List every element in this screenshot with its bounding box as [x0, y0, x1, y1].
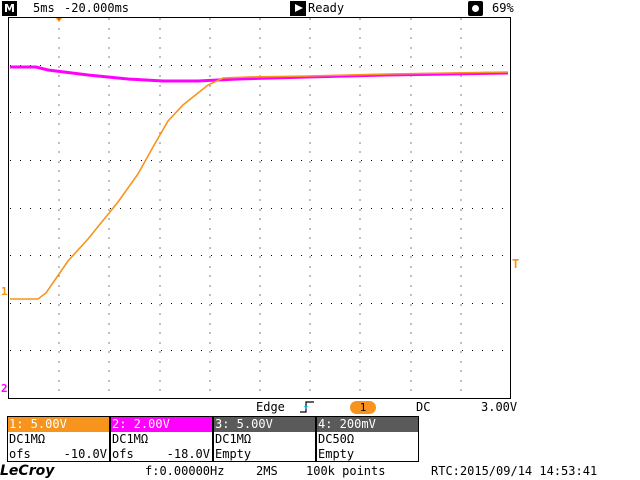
record-length: 100k points: [306, 464, 386, 478]
acquisition-status: Ready: [308, 1, 345, 15]
trigger-level-marker[interactable]: T: [512, 257, 519, 271]
channel-3-box[interactable]: 3: 5.00V DC1MΩ Empty: [213, 416, 316, 462]
channel-1-header: 1: 5.00V: [8, 417, 109, 432]
channel-2-header: 2: 2.00V: [111, 417, 212, 432]
frequency-counter: f:0.00000Hz: [145, 464, 225, 478]
trigger-type[interactable]: Edge: [256, 400, 285, 415]
channel-4-offset: Empty: [318, 447, 355, 461]
channel-2-box[interactable]: 2: 2.00V DC1MΩ ofs -18.0V: [110, 416, 213, 462]
timebase-readout[interactable]: 5ms: [33, 1, 55, 16]
menu-m-icon[interactable]: M: [2, 1, 17, 16]
channel-3-header: 3: 5.00V: [214, 417, 315, 432]
brightness-icon[interactable]: [468, 1, 483, 16]
channel-3-coupling: DC1MΩ: [215, 432, 252, 446]
trigger-source-badge[interactable]: 1: [350, 401, 376, 414]
channel-1-box[interactable]: 1: 5.00V DC1MΩ ofs -10.0V: [7, 416, 110, 462]
top-status-bar: M 5ms -20.000ms Ready 69%: [0, 0, 640, 17]
brand-logo: LeCroy: [0, 463, 55, 479]
channel-2-coupling: DC1MΩ: [112, 432, 149, 446]
ch1-waveform: [10, 71, 509, 300]
channel-3-offset: Empty: [215, 447, 252, 461]
brightness-value: 69%: [492, 1, 514, 15]
channel-4-coupling: DC50Ω: [318, 432, 355, 446]
channel-1-coupling: DC1MΩ: [9, 432, 46, 446]
bottom-status-bar: LeCroy f:0.00000Hz 2MS 100k points RTC:2…: [0, 462, 640, 480]
channel-2-offset: ofs -18.0V: [112, 447, 210, 461]
rising-edge-icon: [300, 401, 314, 413]
channel-4-header: 4: 200mV: [317, 417, 418, 432]
trigger-coupling[interactable]: DC: [416, 400, 430, 415]
waveform-graticule: [8, 17, 511, 399]
channel-1-offset: ofs -10.0V: [9, 447, 107, 461]
channel-4-box[interactable]: 4: 200mV DC50Ω Empty: [316, 416, 419, 462]
trigger-info-row: Edge DC 3.00V: [0, 399, 640, 416]
real-time-clock: RTC:2015/09/14 14:53:41: [431, 464, 598, 478]
run-play-icon[interactable]: [290, 1, 306, 16]
trigger-level[interactable]: 3.00V: [481, 400, 517, 415]
delay-readout[interactable]: -20.000ms: [64, 1, 129, 16]
ch2-ground-marker[interactable]: 2: [1, 383, 8, 394]
sample-rate: 2MS: [256, 464, 278, 478]
ch1-ground-marker[interactable]: 1: [1, 286, 8, 297]
